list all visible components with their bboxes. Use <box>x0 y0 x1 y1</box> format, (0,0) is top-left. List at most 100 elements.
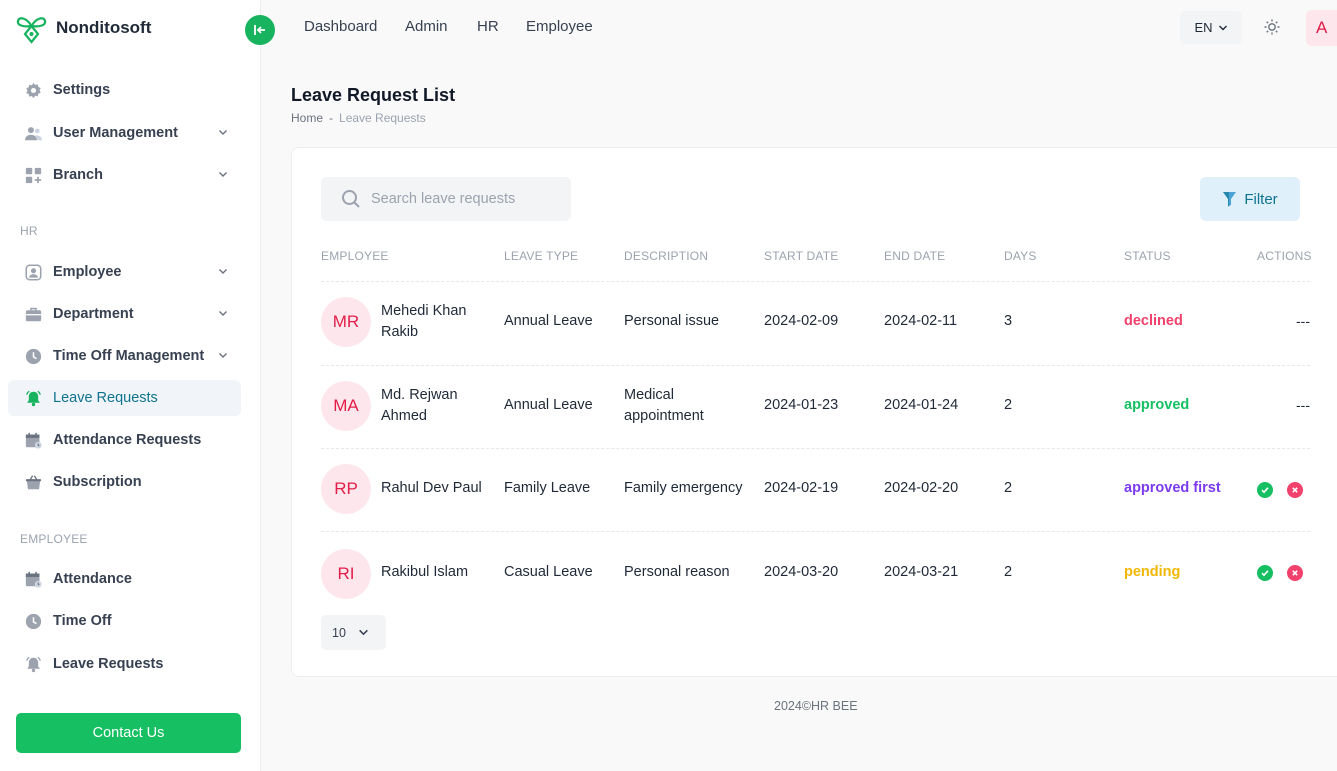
breadcrumb-separator: - <box>329 111 334 125</box>
user-box-icon <box>25 264 42 281</box>
footer-text: 2024©HR BEE <box>774 699 858 713</box>
breadcrumb-home[interactable]: Home <box>291 111 323 125</box>
start-date: 2024-01-23 <box>764 397 839 413</box>
column-header-description: DESCRIPTION <box>624 249 709 263</box>
status-badge: approved <box>1124 397 1190 413</box>
column-header-end-date: END DATE <box>884 249 946 263</box>
brand[interactable]: Nonditosoft <box>16 12 151 44</box>
search-icon <box>342 190 360 208</box>
grid-icon <box>25 167 42 184</box>
description: Medical appointment <box>624 387 704 424</box>
approve-button[interactable] <box>1257 482 1273 498</box>
check-icon <box>1261 487 1269 494</box>
leave-type: Casual Leave <box>504 564 593 580</box>
topnav-dashboard[interactable]: Dashboard <box>304 18 377 35</box>
search-box[interactable] <box>321 177 571 221</box>
sidebar-item-label: Leave Requests <box>53 656 164 672</box>
end-date: 2024-02-20 <box>884 480 959 496</box>
contact-us-button[interactable]: Contact Us <box>16 713 241 753</box>
end-date: 2024-02-11 <box>884 313 958 329</box>
description: Personal reason <box>624 564 730 580</box>
sidebar-item-label: Employee <box>53 264 122 280</box>
column-header-leave-type: LEAVE TYPE <box>504 249 579 263</box>
employee-avatar: MA <box>321 381 371 431</box>
close-icon <box>1292 570 1298 576</box>
bell-icon <box>25 656 42 673</box>
sidebar-item-label: Settings <box>53 82 111 98</box>
page-size-select[interactable]: 10 <box>321 615 386 650</box>
start-date: 2024-02-19 <box>764 480 839 496</box>
status-badge: approved first <box>1124 480 1221 496</box>
leave-type: Annual Leave <box>504 313 593 329</box>
topnav-hr[interactable]: HR <box>477 18 499 35</box>
days: 2 <box>1004 564 1013 580</box>
column-header-status: STATUS <box>1124 249 1171 263</box>
filter-icon <box>1223 192 1237 207</box>
leave-type: Family Leave <box>504 480 591 496</box>
gear-icon <box>25 82 42 99</box>
users-icon <box>25 125 42 142</box>
clock-icon <box>25 613 42 630</box>
collapse-sidebar-icon <box>254 25 265 35</box>
topnav-admin[interactable]: Admin <box>405 18 448 35</box>
sidebar-item-settings[interactable]: Settings <box>8 72 241 108</box>
sidebar-item-label: User Management <box>53 125 178 141</box>
employee-name: Rakibul Islam <box>381 564 469 580</box>
table-row: RP Rahul Dev Paul Family Leave Family em… <box>0 449 1337 529</box>
employee-name: Md. Rejwan Ahmed <box>381 387 458 424</box>
chevron-down-icon <box>219 269 227 274</box>
end-date: 2024-03-21 <box>884 564 959 580</box>
status-badge: declined <box>1124 313 1183 329</box>
chevron-down-icon <box>219 130 227 135</box>
start-date: 2024-02-09 <box>764 313 839 329</box>
sidebar-toggle-button[interactable] <box>245 15 275 45</box>
page-title: Leave Request List <box>291 85 456 105</box>
sidebar-item-user-management[interactable]: User Management <box>8 115 241 151</box>
section-label-hr: HR <box>20 224 38 238</box>
breadcrumb: Home - Leave Requests <box>291 111 426 125</box>
approve-button[interactable] <box>1257 565 1273 581</box>
sidebar-item-branch[interactable]: Branch <box>8 157 241 193</box>
sun-icon <box>1264 19 1280 35</box>
close-icon <box>1292 487 1298 493</box>
days: 3 <box>1004 313 1013 329</box>
sidebar-item-label: Time Off <box>53 613 112 629</box>
sidebar-item-employee-leave-requests[interactable]: Leave Requests <box>8 646 241 682</box>
language-selector[interactable]: EN <box>1180 11 1242 44</box>
table-row: MR Mehedi Khan Rakib Annual Leave Person… <box>0 282 1337 362</box>
actions-placeholder: --- <box>1296 313 1310 329</box>
sidebar-item-label: Branch <box>53 167 103 183</box>
filter-button[interactable]: Filter <box>1200 177 1300 221</box>
bee-logo-icon <box>16 17 47 44</box>
column-header-days: DAYS <box>1004 249 1037 263</box>
start-date: 2024-03-20 <box>764 564 839 580</box>
filter-label: Filter <box>1244 190 1278 208</box>
employee-name: Rahul Dev Paul <box>381 480 482 496</box>
days: 2 <box>1004 397 1013 413</box>
status-badge: pending <box>1124 564 1181 580</box>
brand-name: Nonditosoft <box>56 18 152 37</box>
days: 2 <box>1004 480 1013 496</box>
actions-placeholder: --- <box>1296 397 1310 413</box>
employee-name: Mehedi Khan Rakib <box>381 303 467 340</box>
theme-toggle-button[interactable] <box>1262 17 1282 37</box>
employee-avatar: RI <box>321 549 371 599</box>
table-row: RI Rakibul Islam Casual Leave Personal r… <box>0 532 1337 612</box>
language-value: EN <box>1194 20 1213 35</box>
user-avatar[interactable]: A <box>1306 10 1337 46</box>
chevron-down-icon <box>219 172 227 177</box>
end-date: 2024-01-24 <box>884 397 959 413</box>
employee-avatar: RP <box>321 464 371 514</box>
page-size-value: 10 <box>332 625 346 640</box>
search-input[interactable] <box>371 191 561 207</box>
breadcrumb-current: Leave Requests <box>339 111 426 125</box>
check-icon <box>1261 570 1269 577</box>
table-row: MA Md. Rejwan Ahmed Annual Leave Medical… <box>0 366 1337 446</box>
description: Personal issue <box>624 313 720 329</box>
column-header-employee: EMPLOYEE <box>321 249 389 263</box>
topnav-employee[interactable]: Employee <box>526 18 593 35</box>
description: Family emergency <box>624 480 743 496</box>
decline-button[interactable] <box>1287 565 1303 581</box>
decline-button[interactable] <box>1287 482 1303 498</box>
chevron-down-icon <box>359 629 368 636</box>
